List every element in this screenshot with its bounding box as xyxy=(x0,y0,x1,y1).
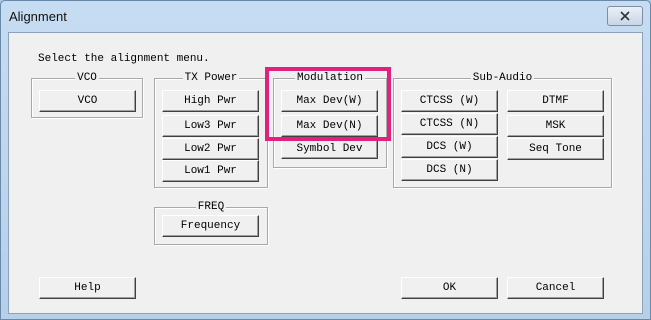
help-button[interactable]: Help xyxy=(39,277,136,299)
high-pwr-button[interactable]: High Pwr xyxy=(162,90,259,112)
msk-button[interactable]: MSK xyxy=(507,115,604,137)
title-bar: Alignment xyxy=(1,1,650,33)
max-dev-w-button[interactable]: Max Dev(W) xyxy=(281,90,378,112)
ctcss-w-button[interactable]: CTCSS (W) xyxy=(401,90,498,112)
ctcss-n-button[interactable]: CTCSS (N) xyxy=(401,113,498,135)
vco-group-label: VCO xyxy=(75,72,99,84)
cancel-button[interactable]: Cancel xyxy=(507,277,604,299)
instruction-text: Select the alignment menu. xyxy=(38,53,210,65)
freq-group-label: FREQ xyxy=(195,201,227,213)
modulation-group-label: Modulation xyxy=(294,72,365,84)
dcs-n-button[interactable]: DCS (N) xyxy=(401,159,498,181)
seq-tone-button[interactable]: Seq Tone xyxy=(507,138,604,160)
low2-pwr-button[interactable]: Low2 Pwr xyxy=(162,138,259,160)
low1-pwr-button[interactable]: Low1 Pwr xyxy=(162,160,259,182)
sub-audio-group-label: Sub-Audio xyxy=(470,72,535,84)
dcs-w-button[interactable]: DCS (W) xyxy=(401,136,498,158)
frequency-button[interactable]: Frequency xyxy=(162,215,259,237)
dtmf-button[interactable]: DTMF xyxy=(507,90,604,112)
symbol-dev-button[interactable]: Symbol Dev xyxy=(281,140,378,159)
close-icon xyxy=(620,11,630,21)
close-button[interactable] xyxy=(607,6,643,26)
vco-button[interactable]: VCO xyxy=(39,90,136,112)
low3-pwr-button[interactable]: Low3 Pwr xyxy=(162,115,259,137)
tx-power-group-label: TX Power xyxy=(182,72,240,84)
window-title: Alignment xyxy=(9,9,67,24)
ok-button[interactable]: OK xyxy=(401,277,498,299)
max-dev-n-button[interactable]: Max Dev(N) xyxy=(281,115,378,137)
